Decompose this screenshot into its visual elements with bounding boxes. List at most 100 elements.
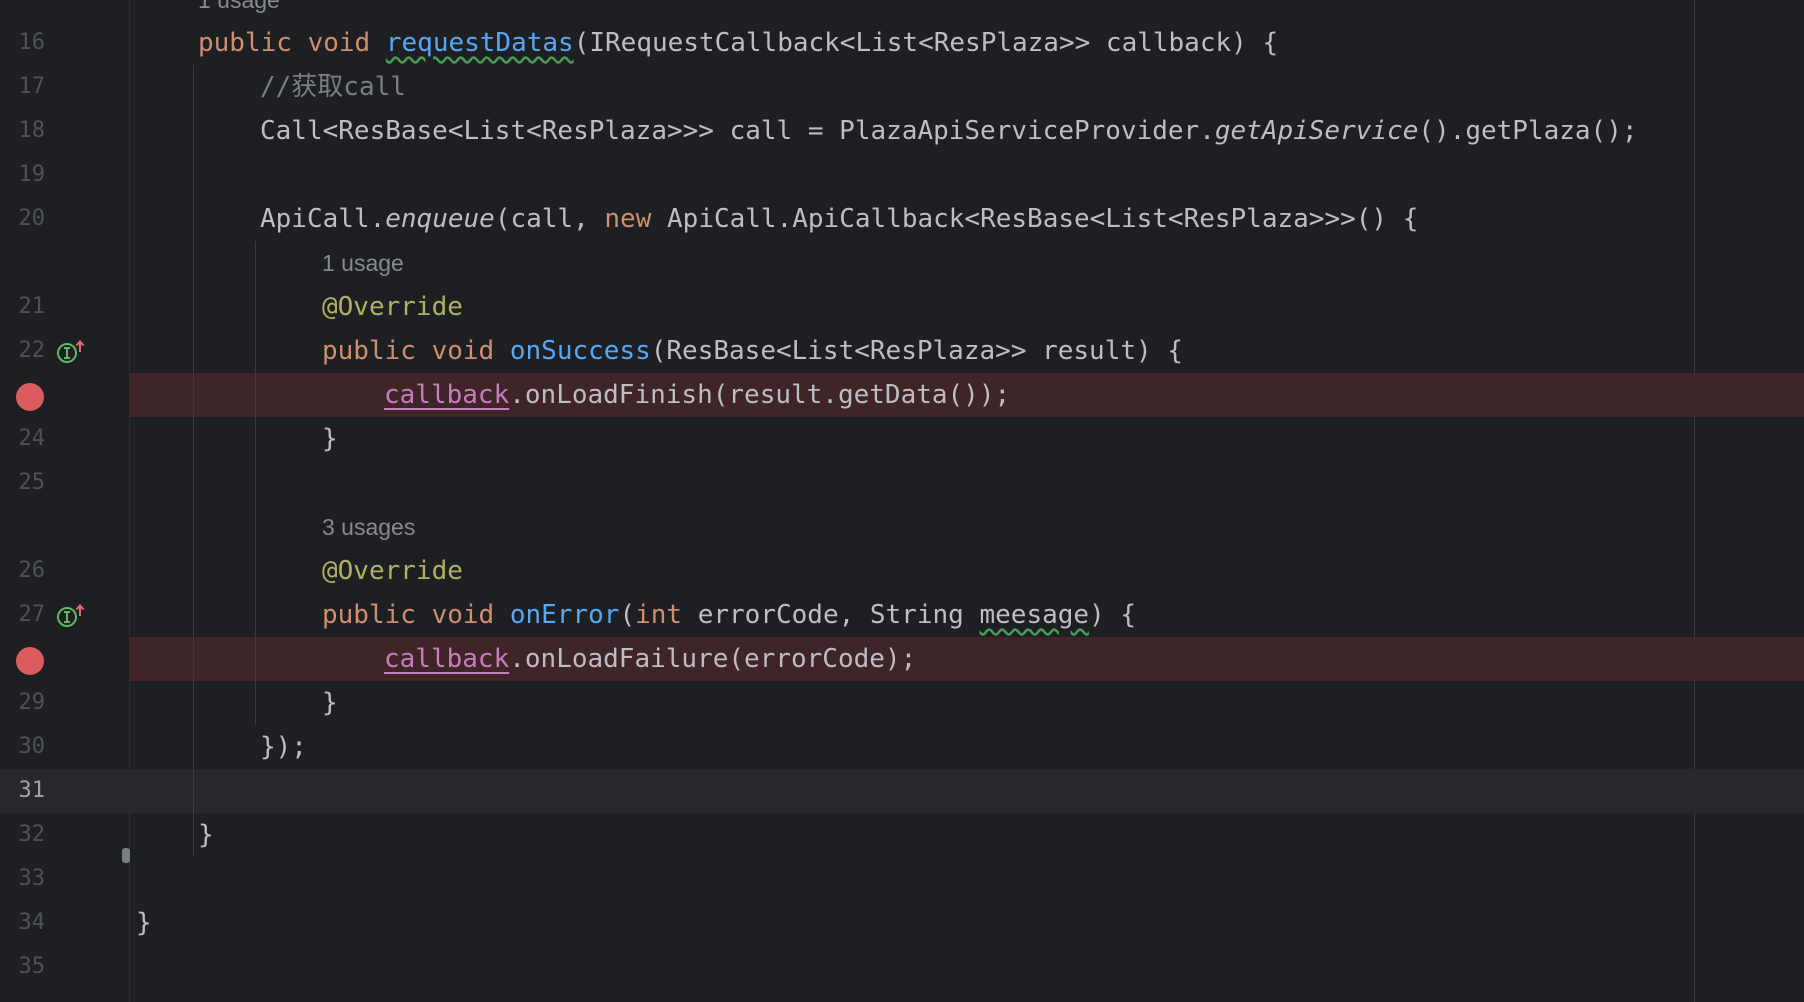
line-number[interactable]: 26	[0, 549, 46, 593]
usage-hint-row[interactable]: 1 usage	[0, 241, 1804, 285]
code-line[interactable]: 18 Call<ResBase<List<ResPlaza>>> call = P…	[0, 109, 1804, 153]
code-line[interactable]: 34}	[0, 901, 1804, 945]
code-line[interactable]: 33	[0, 857, 1804, 901]
code-token: public	[198, 28, 292, 58]
line-number[interactable]: 27	[0, 593, 46, 637]
code-token: meesage	[979, 600, 1090, 630]
scrollbar-thumb[interactable]	[122, 848, 130, 863]
code-text[interactable]: Call<ResBase<List<ResPlaza>>> call = Pla…	[260, 109, 1638, 153]
code-token: errorCode, String	[682, 600, 980, 630]
code-text[interactable]: public void requestDatas(IRequestCallbac…	[198, 21, 1278, 65]
line-number[interactable]: 30	[0, 725, 46, 769]
code-text[interactable]: @Override	[322, 285, 463, 329]
code-token: (	[619, 600, 636, 630]
line-number[interactable]: 25	[0, 461, 46, 505]
code-token: ApiCall.ApiCallback<ResBase<List<ResPlaz…	[651, 204, 1419, 234]
line-number[interactable]: 29	[0, 681, 46, 725]
code-text[interactable]: //获取call	[260, 65, 406, 109]
indent-guide	[193, 65, 194, 857]
code-text[interactable]: @Override	[322, 549, 463, 593]
code-line[interactable]: 17 //获取call	[0, 65, 1804, 109]
code-token: (ResBase<List<ResPlaza>> result) {	[650, 336, 1183, 366]
field-reference: callback	[384, 644, 510, 674]
current-line-highlight	[0, 769, 1804, 813]
code-line[interactable]: 24}	[0, 417, 1804, 461]
code-text[interactable]: }	[198, 813, 214, 857]
breakpoint-icon[interactable]	[16, 647, 44, 675]
line-number[interactable]: 31	[0, 769, 46, 813]
code-text[interactable]: callback.onLoadFinish(result.getData());	[384, 373, 1010, 417]
code-line[interactable]: 35	[0, 945, 1804, 989]
code-line[interactable]: 16 public void requestDatas(IRequestCallb…	[0, 21, 1804, 65]
code-text[interactable]: }	[136, 901, 152, 945]
usage-hint[interactable]: 1 usage	[322, 241, 404, 285]
code-line[interactable]: 21 @Override	[0, 285, 1804, 329]
line-number[interactable]: 33	[0, 857, 46, 901]
code-token: void	[431, 600, 495, 630]
code-token: //获取call	[260, 72, 406, 102]
method-name: onSuccess	[509, 336, 651, 366]
code-token: ) {	[1089, 600, 1137, 630]
code-text[interactable]: ApiCall.enqueue(call, new ApiCall.ApiCal…	[260, 197, 1418, 241]
code-token: });	[260, 732, 307, 762]
code-token: }	[322, 688, 338, 718]
code-line[interactable]: 19	[0, 153, 1804, 197]
line-number[interactable]: 34	[0, 901, 46, 945]
code-line[interactable]: callback.onLoadFinish(result.getData());	[0, 373, 1804, 417]
code-token: void	[431, 336, 495, 366]
code-text[interactable]: public void onSuccess(ResBase<List<ResPl…	[322, 329, 1183, 373]
code-token: @Override	[322, 556, 463, 586]
line-number[interactable]: 20	[0, 197, 46, 241]
field-reference: callback	[384, 380, 510, 410]
line-number[interactable]: 32	[0, 813, 46, 857]
code-token: ApiCall.	[260, 204, 386, 234]
usage-hint-row[interactable]: 3 usages	[0, 505, 1804, 549]
line-number[interactable]: 19	[0, 153, 46, 197]
code-text[interactable]: callback.onLoadFailure(errorCode);	[384, 637, 916, 681]
code-line[interactable]: 32}	[0, 813, 1804, 857]
code-line[interactable]: callback.onLoadFailure(errorCode);	[0, 637, 1804, 681]
code-line[interactable]: 27 public void onError(int errorCode, Str…	[0, 593, 1804, 637]
implements-up-icon[interactable]	[56, 603, 86, 629]
code-token: .onLoadFinish(result.getData());	[509, 380, 1011, 410]
code-token: }	[136, 908, 152, 938]
code-token: new	[604, 204, 652, 234]
code-line[interactable]: 26 @Override	[0, 549, 1804, 593]
method-name: requestDatas	[385, 28, 574, 58]
code-token: }	[198, 820, 214, 850]
usage-hint[interactable]: 1 usage	[198, 0, 280, 22]
breakpoint-icon[interactable]	[16, 383, 44, 411]
line-number[interactable]: 17	[0, 65, 46, 109]
line-number[interactable]: 16	[0, 21, 46, 65]
line-number[interactable]: 21	[0, 285, 46, 329]
line-number[interactable]: 18	[0, 109, 46, 153]
code-line[interactable]: 20 ApiCall.enqueue(call, new ApiCall.ApiC…	[0, 197, 1804, 241]
usage-hint[interactable]: 3 usages	[322, 505, 415, 549]
line-number[interactable]: 24	[0, 417, 46, 461]
line-number[interactable]: 35	[0, 945, 46, 989]
code-token: (IRequestCallback<List<ResPlaza>> callba…	[573, 28, 1279, 58]
code-token: int	[635, 600, 683, 630]
code-text[interactable]: });	[260, 725, 307, 769]
code-token: void	[307, 28, 371, 58]
code-line[interactable]: 31	[0, 769, 1804, 813]
code-text[interactable]: }	[322, 417, 338, 461]
code-token: }	[322, 424, 338, 454]
code-text[interactable]: }	[322, 681, 338, 725]
implements-up-icon[interactable]	[56, 339, 86, 365]
code-line[interactable]: 29}	[0, 681, 1804, 725]
code-token: @Override	[322, 292, 463, 322]
code-editor[interactable]: 1 usage 16 public void requestDatas(IRequ…	[0, 0, 1804, 1002]
code-line[interactable]: 22 public void onSuccess(ResBase<List<Res…	[0, 329, 1804, 373]
code-line[interactable]: 30});	[0, 725, 1804, 769]
line-number[interactable]: 22	[0, 329, 46, 373]
code-token: (call,	[494, 204, 605, 234]
code-token: public	[322, 600, 416, 630]
code-line[interactable]: 25	[0, 461, 1804, 505]
code-text[interactable]: public void onError(int errorCode, Strin…	[322, 593, 1136, 637]
